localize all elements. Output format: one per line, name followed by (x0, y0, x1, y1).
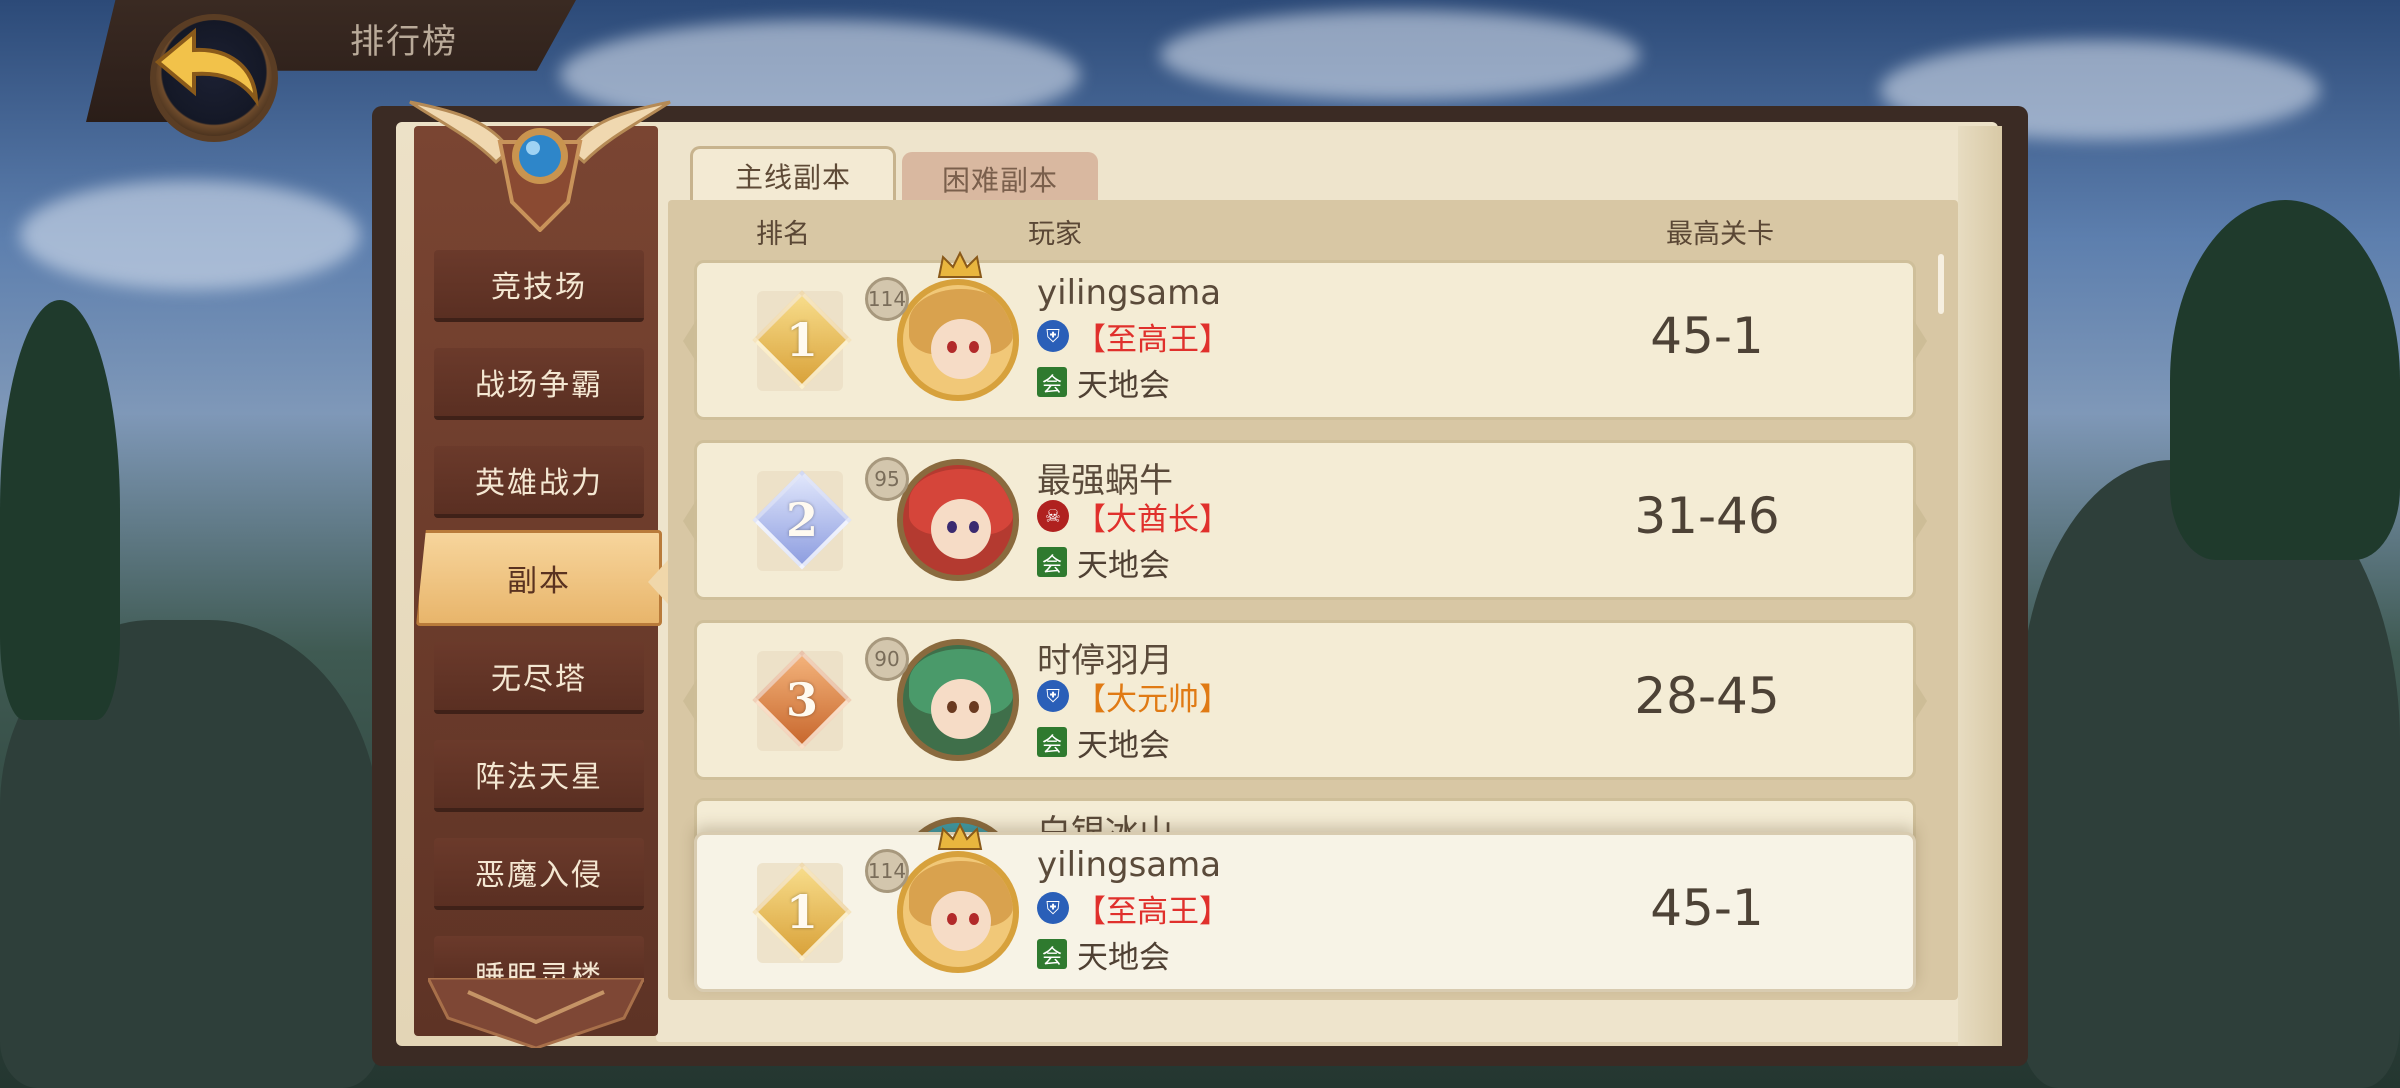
guild-name: 天地会 (1077, 547, 1170, 584)
blue-shield-icon: ⛨ (1037, 320, 1069, 352)
red-skull-icon: ☠ (1037, 500, 1069, 532)
nav-item-arena[interactable]: 竞技场 (434, 250, 644, 322)
scrollbar-thumb[interactable] (1938, 254, 1944, 314)
my-rank-row[interactable]: 1 114 yilingsama ⛨ 【至高王】 会 天地会 45-1 (694, 823, 1916, 992)
player-avatar[interactable] (897, 851, 1019, 973)
rank-badge: 2 (745, 465, 855, 575)
player-avatar[interactable] (897, 279, 1019, 401)
player-avatar[interactable] (897, 459, 1019, 581)
player-title: 【大酋长】 (1075, 501, 1230, 538)
player-title: 【至高王】 (1075, 321, 1230, 358)
crown-icon (937, 251, 983, 278)
rank-badge: 1 (745, 857, 855, 967)
guild-name: 天地会 (1077, 939, 1170, 976)
panel-edge (1958, 126, 2002, 1046)
player-name: yilingsama (1037, 273, 1222, 313)
tab-main-dungeon[interactable]: 主线副本 (690, 146, 896, 203)
guild-name: 天地会 (1077, 727, 1170, 764)
table-row[interactable]: 1 114 yilingsama ⛨ 【至高王】 会 天地会 45-1 (683, 251, 1927, 420)
blue-shield-icon: ⛨ (1037, 680, 1069, 712)
background-cloud (1160, 10, 1640, 100)
player-avatar[interactable] (897, 639, 1019, 761)
winged-orb-emblem-icon (409, 100, 671, 232)
nav-item-formation-stars[interactable]: 阵法天星 (434, 740, 644, 812)
player-title: 【大元帅】 (1075, 681, 1230, 718)
column-header-player: 玩家 (1028, 219, 1082, 250)
active-indicator (648, 560, 668, 604)
column-header-rank: 排名 (756, 219, 810, 250)
nav-item-dungeon[interactable]: 副本 (416, 530, 662, 626)
blue-shield-icon: ⛨ (1037, 892, 1069, 924)
guild-icon: 会 (1037, 727, 1067, 757)
highest-stage: 31-46 (1634, 487, 1780, 545)
highest-stage: 45-1 (1650, 307, 1764, 365)
player-level-badge: 95 (865, 457, 909, 501)
highest-stage: 28-45 (1634, 667, 1780, 725)
background-tree (0, 300, 120, 720)
table-row[interactable]: 2 95 最强蜗牛 ☠ 【大酋长】 会 天地会 31-46 (683, 440, 1927, 600)
guild-icon: 会 (1037, 547, 1067, 577)
guild-icon: 会 (1037, 367, 1067, 397)
player-level-badge: 114 (865, 277, 909, 321)
crown-icon (937, 823, 983, 850)
player-level-badge: 114 (865, 849, 909, 893)
nav-item-hero-power[interactable]: 英雄战力 (434, 446, 644, 518)
rank-badge: 1 (745, 285, 855, 395)
background-cloud (20, 180, 360, 290)
player-title: 【至高王】 (1075, 893, 1230, 930)
highest-stage: 45-1 (1650, 879, 1764, 937)
player-name: yilingsama (1037, 845, 1222, 885)
nav-item-demon-invasion[interactable]: 恶魔入侵 (434, 838, 644, 910)
guild-name: 天地会 (1077, 367, 1170, 404)
guild-icon: 会 (1037, 939, 1067, 969)
nav-item-endless-tower[interactable]: 无尽塔 (434, 642, 644, 714)
back-arrow-icon[interactable] (150, 26, 266, 110)
rank-badge: 3 (745, 645, 855, 755)
tab-hard-dungeon[interactable]: 困难副本 (902, 152, 1098, 206)
nav-item-battlefield[interactable]: 战场争霸 (434, 348, 644, 420)
player-level-badge: 90 (865, 637, 909, 681)
page-title: 排行榜 (350, 22, 458, 62)
column-header-stage: 最高关卡 (1666, 219, 1774, 250)
nav-bottom-ornament-icon (428, 978, 644, 1048)
table-row[interactable]: 3 90 时停羽月 ⛨ 【大元帅】 会 天地会 28-45 (683, 620, 1927, 780)
background-tree (2170, 200, 2400, 560)
